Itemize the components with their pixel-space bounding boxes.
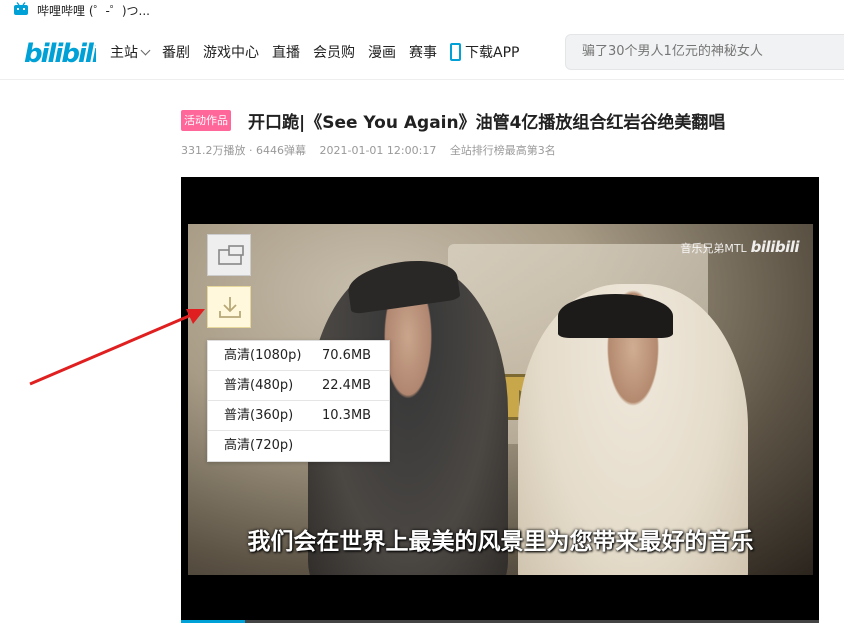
- site-header: bilibili 主站 番剧 游戏中心 直播 会员购 漫画 赛事 下载APP: [0, 22, 844, 80]
- nav-download-app[interactable]: 下载APP: [450, 42, 519, 62]
- nav-manga[interactable]: 漫画: [368, 42, 396, 62]
- video-subtitle: 我们会在世界上最美的风景里为您带来最好的音乐: [247, 529, 754, 555]
- option-size: 10.3MB: [322, 408, 372, 423]
- picture-in-picture-button[interactable]: [207, 234, 251, 276]
- phone-icon: [450, 43, 461, 61]
- bilibili-logo[interactable]: bilibili: [24, 34, 96, 68]
- rank-info[interactable]: 全站排行榜最高第3名: [450, 144, 556, 157]
- nav-live[interactable]: 直播: [272, 42, 300, 62]
- nav-member-shop[interactable]: 会员购: [313, 42, 355, 62]
- download-option-360p[interactable]: 普清(360p) 10.3MB: [208, 401, 389, 431]
- nav-game-center[interactable]: 游戏中心: [203, 42, 259, 62]
- download-icon: [219, 297, 241, 318]
- option-quality: 普清(360p): [224, 408, 294, 423]
- option-size: 22.4MB: [322, 378, 372, 393]
- video-meta: 331.2万播放 · 6446弹幕 2021-01-01 12:00:17 全站…: [181, 142, 566, 158]
- channel-watermark: 音乐兄弟MTL bilibili: [680, 238, 799, 256]
- nav-home[interactable]: 主站: [110, 42, 151, 62]
- option-quality: 高清(720p): [224, 438, 294, 453]
- download-option-480p[interactable]: 普清(480p) 22.4MB: [208, 371, 389, 401]
- download-option-720p[interactable]: 高清(720p): [208, 431, 389, 461]
- tab-title: 哔哩哔哩 (゜-゜)つ...: [37, 4, 150, 18]
- video-title: 开口跪|《See You Again》油管4亿播放组合红岩谷绝美翻唱: [248, 113, 726, 133]
- option-size: 70.6MB: [322, 348, 372, 363]
- search-input[interactable]: [582, 44, 832, 59]
- activity-badge: 活动作品: [181, 110, 231, 131]
- bilibili-tv-icon: [14, 2, 28, 15]
- nav-events[interactable]: 赛事: [409, 42, 437, 62]
- main-nav: 主站 番剧 游戏中心 直播 会员购 漫画 赛事 下载APP: [110, 42, 532, 62]
- option-quality: 普清(480p): [224, 378, 294, 393]
- option-quality: 高清(1080p): [224, 348, 302, 363]
- play-count: 331.2万播放 · 6446弹幕: [181, 144, 306, 157]
- browser-tab[interactable]: 哔哩哔哩 (゜-゜)つ...: [0, 0, 844, 22]
- chevron-down-icon: [140, 45, 151, 55]
- nav-download-app-label: 下载APP: [465, 45, 520, 61]
- watermark-text: 音乐兄弟MTL: [680, 242, 747, 255]
- watermark-logo: bilibili: [750, 238, 800, 256]
- download-quality-menu: 高清(1080p) 70.6MB 普清(480p) 22.4MB 普清(360p…: [207, 340, 390, 462]
- svg-text:bilibili: bilibili: [24, 39, 96, 68]
- nav-anime[interactable]: 番剧: [162, 42, 190, 62]
- cap-right: [558, 294, 673, 338]
- search-box[interactable]: [565, 34, 844, 70]
- picture-in-picture-icon: [218, 245, 244, 265]
- publish-date: 2021-01-01 12:00:17: [319, 144, 437, 157]
- nav-home-label: 主站: [110, 45, 138, 61]
- download-option-1080p[interactable]: 高清(1080p) 70.6MB: [208, 341, 389, 371]
- download-button[interactable]: [207, 286, 251, 328]
